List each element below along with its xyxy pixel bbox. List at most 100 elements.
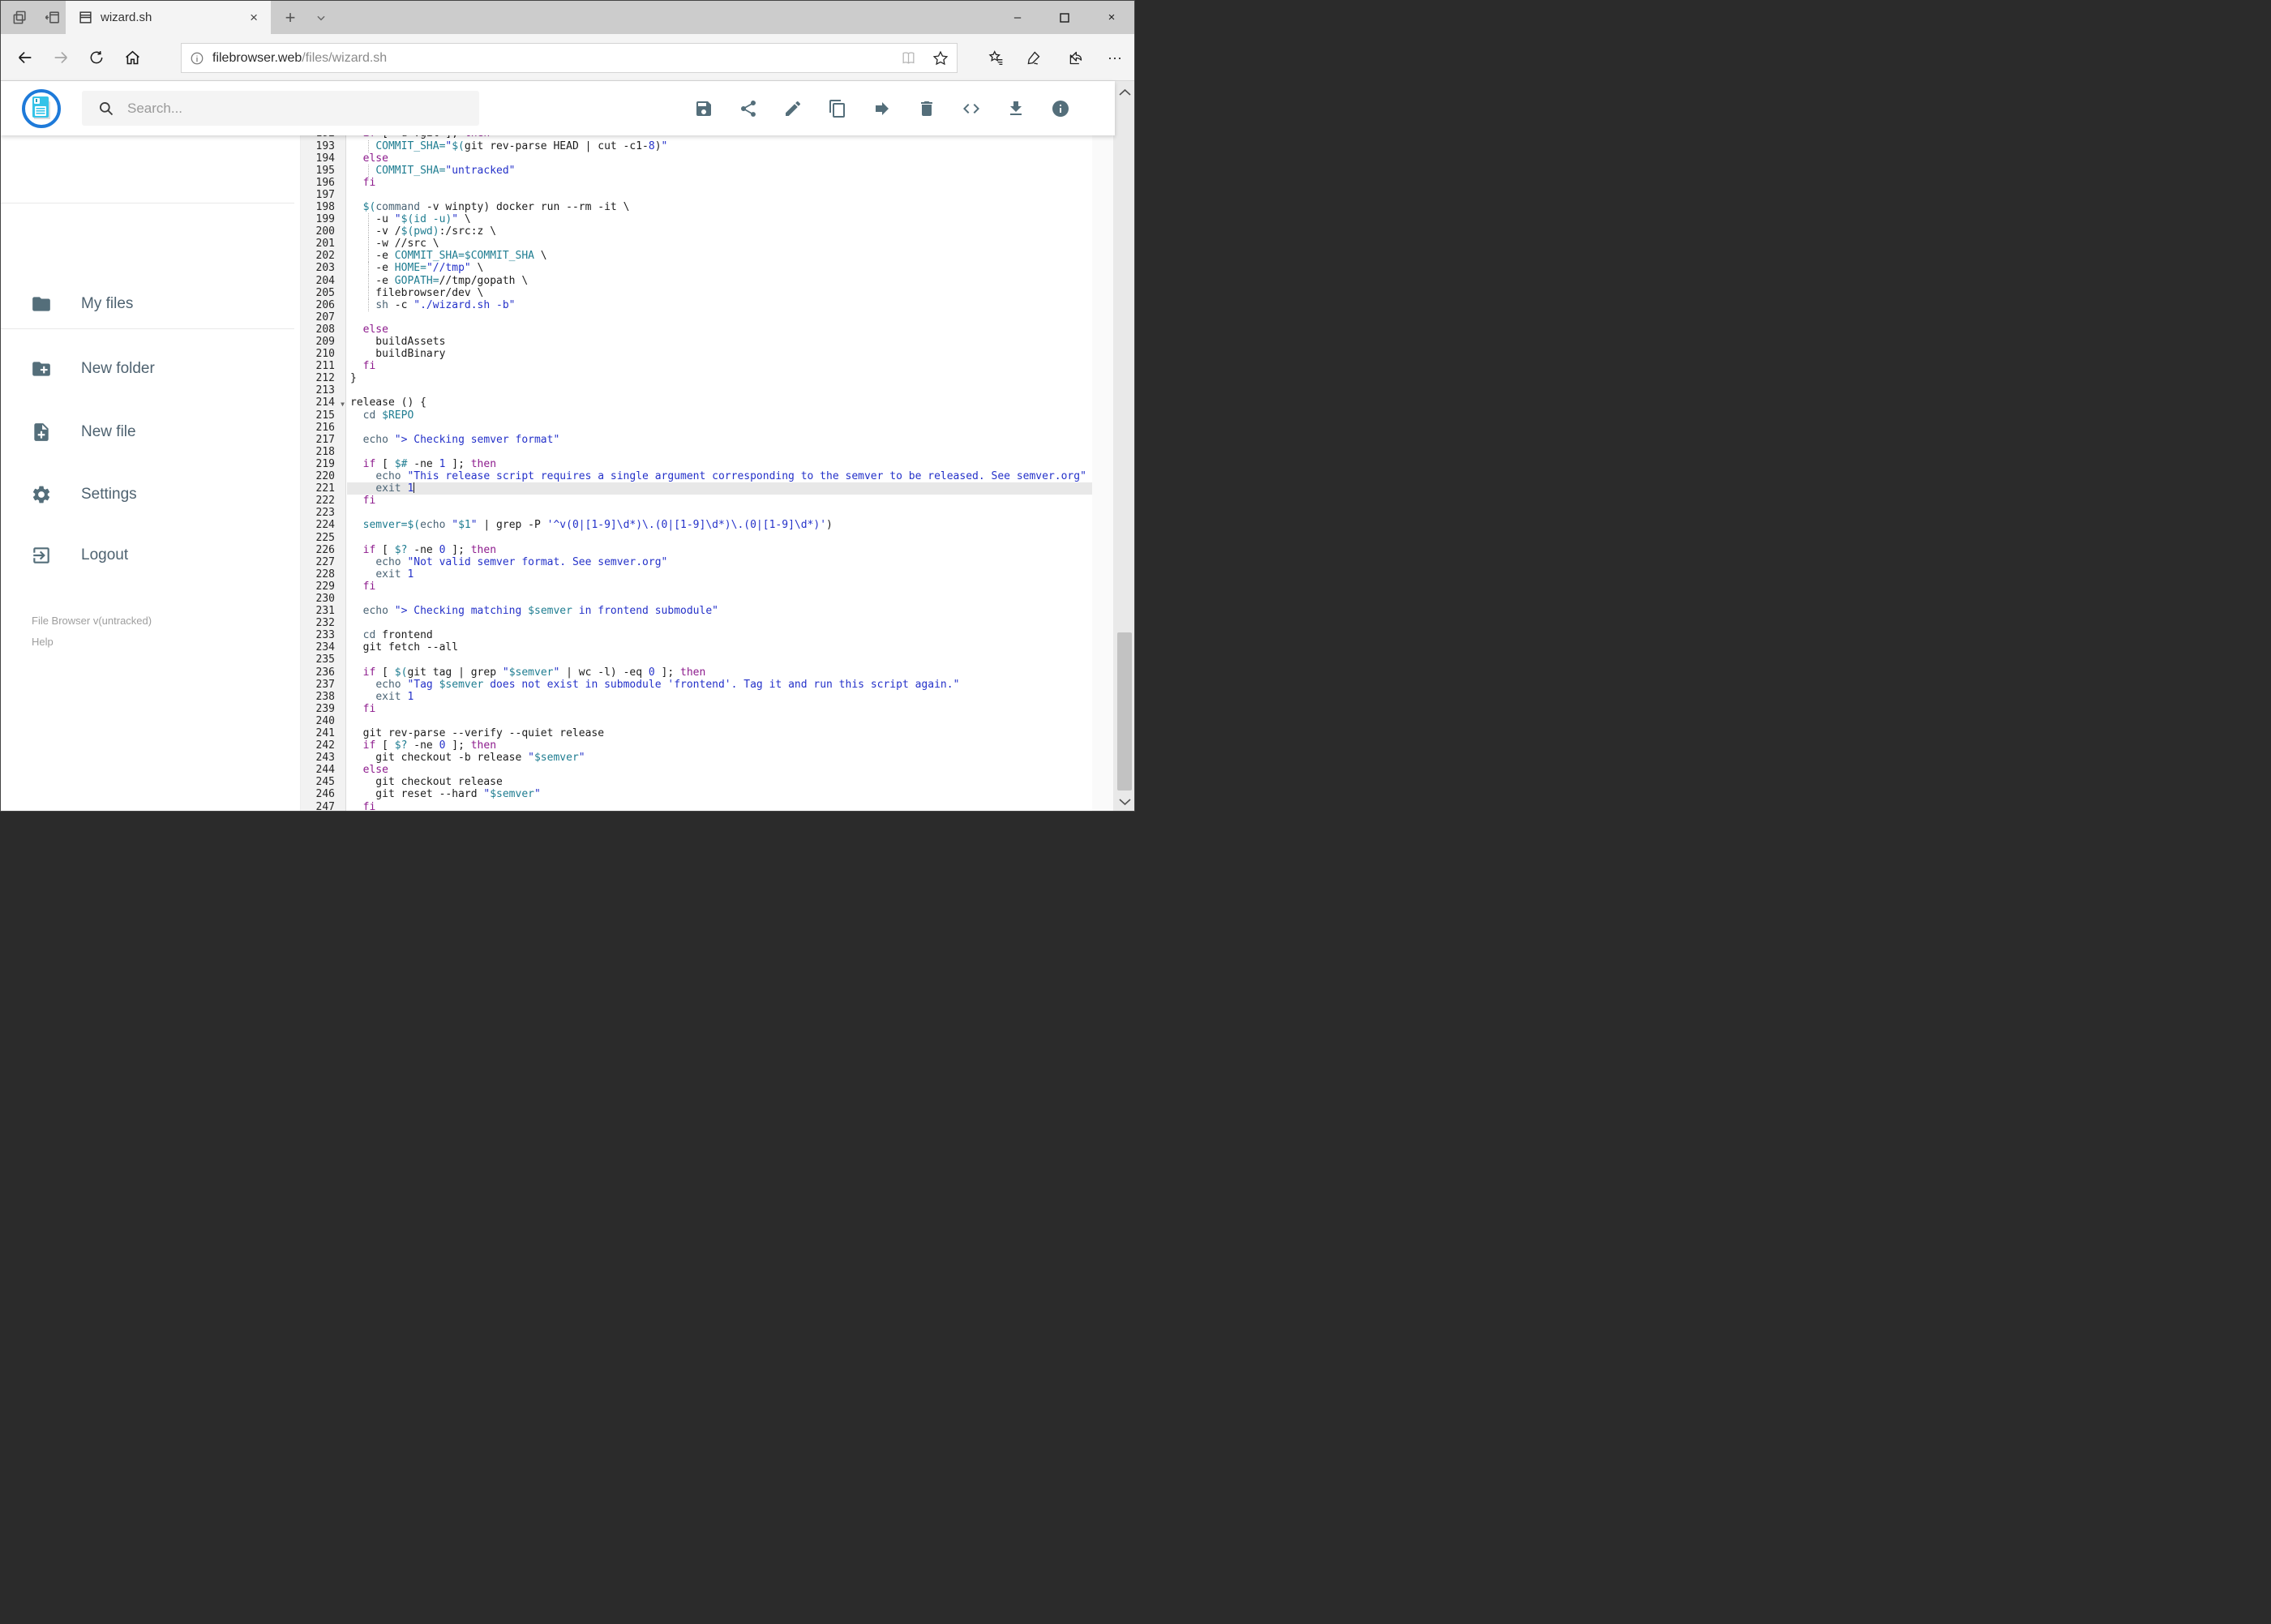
set-tabs-aside-icon[interactable]	[36, 1, 69, 34]
editor-right-gap	[1092, 135, 1113, 811]
line-number: 233	[315, 629, 335, 642]
line-number: 247	[315, 800, 335, 812]
vertical-scrollbar[interactable]	[1113, 81, 1134, 811]
help-link[interactable]: Help	[32, 632, 152, 653]
line-number: 204	[315, 274, 335, 287]
code-line-243: git checkout -b release "$semver"	[350, 752, 585, 765]
line-number: 196	[315, 176, 335, 189]
line-number: 241	[315, 727, 335, 739]
save-icon[interactable]	[681, 91, 726, 126]
sidebar-footer: File Browser v(untracked) Help	[32, 611, 152, 653]
url-path: /files/wizard.sh	[302, 50, 388, 65]
home-icon[interactable]	[114, 34, 150, 81]
move-icon[interactable]	[859, 91, 904, 126]
share-icon[interactable]	[1057, 34, 1093, 81]
sidebar-item-label: My files	[81, 295, 134, 312]
scrollbar-thumb[interactable]	[1117, 632, 1132, 791]
search-placeholder: Search...	[127, 100, 183, 116]
sidebar-item-settings[interactable]: Settings	[1, 464, 301, 525]
line-number: 198	[315, 200, 335, 213]
search-icon	[100, 101, 114, 115]
sidebar-item-new-folder[interactable]: New folder	[1, 338, 301, 400]
line-number: 225	[315, 531, 335, 544]
annotate-pen-icon[interactable]	[1015, 34, 1051, 81]
sidebar-item-label: Logout	[81, 546, 129, 563]
code-line-196: fi	[362, 176, 376, 189]
maximize-button[interactable]	[1046, 1, 1083, 34]
code-line-202: -e COMMIT_SHA=$COMMIT_SHA \	[347, 250, 1092, 263]
back-icon[interactable]	[7, 34, 43, 81]
tab-preview-icon[interactable]	[3, 1, 36, 34]
refresh-icon[interactable]	[79, 34, 114, 81]
code-line-198: $(command -v winpty) docker run --rm -it…	[362, 200, 630, 213]
line-number-gutter: 1921931941951961971981992002012022032042…	[301, 135, 346, 812]
code-view-icon[interactable]	[949, 91, 993, 126]
delete-icon[interactable]	[904, 91, 949, 126]
code-line-214: release () {	[350, 396, 426, 409]
site-info-icon[interactable]	[182, 51, 212, 66]
code-line-221: exit 1	[347, 482, 1092, 495]
edit-icon[interactable]	[770, 91, 815, 126]
line-number: 240	[315, 714, 335, 727]
folder-icon	[31, 294, 52, 315]
new-folder-icon	[31, 358, 52, 379]
scroll-down-icon[interactable]	[1113, 791, 1134, 811]
code-line-220: echo "This release script requires a sin…	[375, 470, 1086, 483]
scroll-up-icon[interactable]	[1113, 81, 1134, 102]
code-line-205: filebrowser/dev \	[347, 286, 1092, 299]
sidebar-item-my-files[interactable]: My files	[1, 273, 301, 335]
line-number: 219	[315, 457, 335, 470]
sidebar: My files New folder New file Settings Logout…	[1, 135, 301, 811]
sidebar-item-logout[interactable]: Logout	[1, 525, 301, 586]
new-file-icon	[31, 422, 52, 443]
new-tab-button[interactable]: +	[276, 1, 304, 34]
browser-tab[interactable]: wizard.sh ×	[66, 1, 271, 34]
minimize-button[interactable]: –	[999, 1, 1036, 34]
line-number: 215	[315, 409, 335, 422]
line-number: 203	[315, 262, 335, 275]
hub-icon[interactable]	[978, 34, 1013, 81]
code-editor[interactable]: if [ -d .git ]; then COMMIT_SHA="$(git r…	[347, 135, 1092, 812]
code-line-247: fi	[362, 800, 376, 812]
search-input[interactable]: Search...	[82, 91, 479, 126]
info-icon[interactable]	[1038, 91, 1082, 126]
reading-view-icon[interactable]	[892, 50, 924, 66]
forward-icon[interactable]	[43, 34, 79, 81]
copy-icon[interactable]	[815, 91, 859, 126]
share-icon[interactable]	[726, 91, 770, 126]
download-icon[interactable]	[993, 91, 1038, 126]
code-line-199: -u "$(id -u)" \	[347, 213, 1092, 226]
line-number: 231	[315, 605, 335, 618]
code-line-238: exit 1	[375, 690, 414, 703]
line-number: 201	[315, 238, 335, 251]
tab-close-icon[interactable]: ×	[245, 8, 263, 28]
line-number: 242	[315, 739, 335, 752]
code-line-193: COMMIT_SHA="$(git rev-parse HEAD | cut -…	[347, 139, 1092, 152]
sidebar-divider	[1, 203, 294, 204]
close-button[interactable]: ×	[1093, 1, 1130, 34]
code-line-224: semver=$(echo "$1" | grep -P '^v(0|[1-9]…	[362, 519, 833, 532]
file-toolbar	[681, 81, 1082, 135]
code-line-217: echo "> Checking semver format"	[362, 433, 560, 446]
filebrowser-floppy-logo[interactable]	[22, 89, 61, 128]
sidebar-item-new-file[interactable]: New file	[1, 401, 301, 463]
line-number: 227	[315, 555, 335, 568]
more-ellipsis-icon[interactable]: ···	[1097, 34, 1133, 81]
line-number: 206	[315, 298, 335, 311]
code-line-239: fi	[362, 702, 376, 715]
tab-list-chevron-icon[interactable]	[307, 1, 335, 34]
line-number: 212	[315, 372, 335, 385]
line-number: 221	[315, 482, 335, 495]
address-bar[interactable]: filebrowser.web/files/wizard.sh	[181, 43, 958, 73]
favorite-star-icon[interactable]	[924, 50, 957, 66]
line-number: 193	[315, 139, 335, 152]
code-line-212: }	[350, 372, 357, 385]
line-number: 213	[315, 384, 335, 397]
code-line-201: -w //src \	[347, 238, 1092, 251]
browser-window: wizard.sh × + – × filebrowser.web/files/…	[0, 0, 1135, 812]
